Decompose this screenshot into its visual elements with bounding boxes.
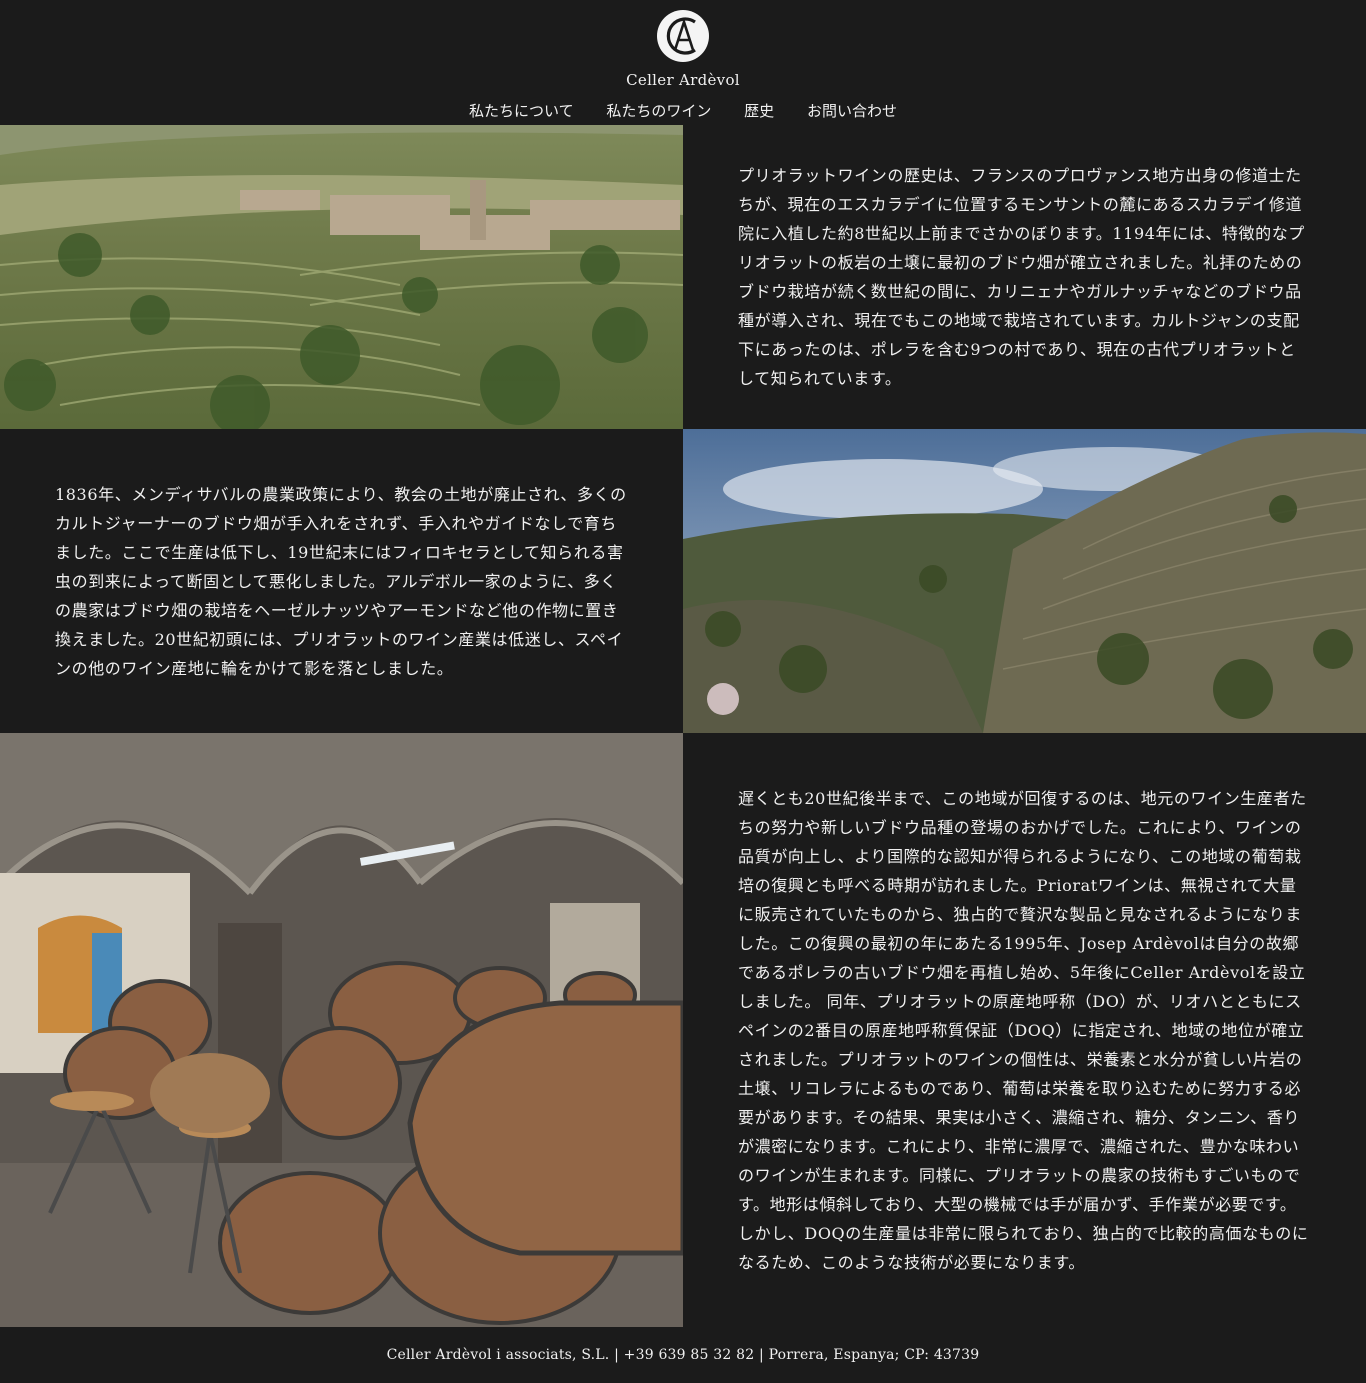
wine-cellar-barrels-photo <box>0 733 683 1327</box>
vineyard-village-photo <box>0 125 683 429</box>
history-paragraph-1: プリオラットワインの歴史は、フランスのプロヴァンス地方出身の修道士たちが、現在の… <box>738 166 1305 388</box>
history-section-3: 遅くとも20世紀後半まで、この地域が回復するのは、地元のワイン生産者たちの努力や… <box>0 733 1366 1327</box>
site-footer: Celler Ardèvol i associats, S.L. | +39 6… <box>386 1347 980 1363</box>
brand-name: Celler Ardèvol <box>626 71 740 89</box>
terraced-hillside-photo <box>683 429 1366 733</box>
site-header: Celler Ardèvol 私たちについて 私たちのワイン 歴史 お問い合わせ <box>0 0 1366 125</box>
history-section-2: 1836年、メンディサバルの農業政策により、教会の土地が廃止され、多くのカルトジ… <box>0 429 1366 733</box>
history-text-block-1: プリオラットワインの歴史は、フランスのプロヴァンス地方出身の修道士たちが、現在の… <box>683 125 1366 429</box>
nav-history[interactable]: 歴史 <box>744 102 774 120</box>
nav-about[interactable]: 私たちについて <box>469 102 574 120</box>
history-section-1: プリオラットワインの歴史は、フランスのプロヴァンス地方出身の修道士たちが、現在の… <box>0 125 1366 429</box>
history-paragraph-3: 遅くとも20世紀後半まで、この地域が回復するのは、地元のワイン生産者たちの努力や… <box>738 788 1309 1272</box>
history-text-block-2: 1836年、メンディサバルの農業政策により、教会の土地が廃止され、多くのカルトジ… <box>0 429 683 733</box>
nav-wines[interactable]: 私たちのワイン <box>606 102 711 120</box>
history-text-block-3: 遅くとも20世紀後半まで、この地域が回復するのは、地元のワイン生産者たちの努力や… <box>683 733 1366 1327</box>
main-nav: 私たちについて 私たちのワイン 歴史 お問い合わせ <box>0 100 1366 121</box>
celler-ardevol-logo[interactable] <box>655 8 711 64</box>
history-paragraph-2: 1836年、メンディサバルの農業政策により、教会の土地が廃止され、多くのカルトジ… <box>55 484 627 678</box>
nav-contact[interactable]: お問い合わせ <box>807 102 897 120</box>
